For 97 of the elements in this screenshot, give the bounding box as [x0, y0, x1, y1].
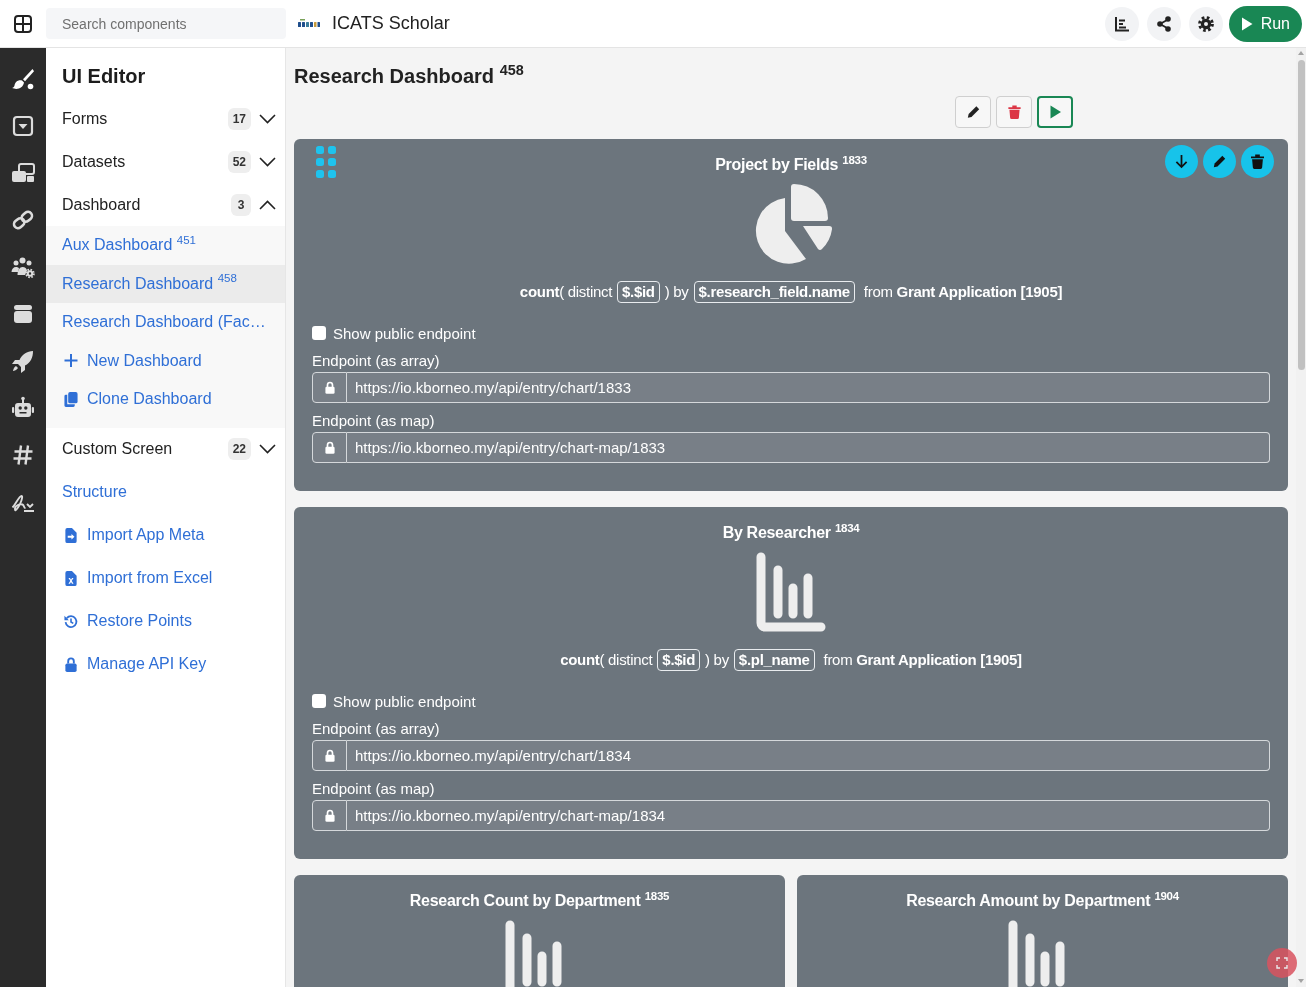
checkbox[interactable] [312, 694, 326, 708]
trash-icon [1251, 154, 1264, 169]
hashtag-icon[interactable] [11, 443, 35, 467]
users-gear-icon[interactable] [11, 255, 35, 279]
sidebar-link[interactable]: Clone Dashboard [46, 380, 285, 419]
link-icon[interactable] [11, 208, 35, 232]
dropdown-icon[interactable] [11, 114, 35, 138]
lock-icon [324, 441, 335, 454]
lock-icon [324, 809, 335, 822]
lock-icon [64, 656, 78, 672]
chart-title: Research Count by Department $^{1835}$ [409, 889, 670, 911]
field-label: Endpoint (as array) [312, 719, 441, 739]
count-badge: 3 [231, 193, 251, 216]
settings-button[interactable] [1188, 6, 1223, 41]
query-text: from Grant Application [1905] [823, 650, 1022, 670]
edit-button[interactable] [1203, 145, 1236, 178]
chevron-icon[interactable] [259, 444, 276, 454]
query-text: from Grant Application [1905] [863, 282, 1063, 302]
menu-group[interactable]: Custom Screen [62, 440, 173, 458]
preview-button[interactable] [1037, 96, 1073, 128]
share-button[interactable] [1146, 6, 1181, 41]
count-badge: 52 [227, 150, 251, 173]
chart-title: By Researcher $^{1834}$ [722, 521, 860, 543]
sidebar-link[interactable]: Import from Excel [46, 556, 285, 600]
field-label: Endpoint (as array) [312, 351, 441, 371]
cards-icon[interactable] [11, 161, 35, 185]
chart-button[interactable] [1104, 6, 1139, 41]
count-badge: 22 [227, 438, 251, 460]
excel-file-icon [64, 570, 78, 586]
sidebar-link[interactable]: Structure [46, 470, 285, 514]
field-label: Endpoint (as map) [312, 779, 436, 799]
play-icon [1240, 16, 1253, 31]
field-label: Endpoint (as map) [312, 411, 436, 431]
field-chip: $.$id [657, 649, 701, 671]
copy-icon [64, 391, 78, 407]
menu-group[interactable]: Forms [62, 109, 108, 128]
apps-grid-icon[interactable] [14, 14, 32, 33]
fullscreen-button[interactable] [1267, 948, 1297, 978]
sidebar-link[interactable]: New Dashboard [46, 341, 285, 380]
delete-button[interactable] [1241, 145, 1274, 178]
play-icon [1048, 105, 1062, 119]
menu-group[interactable]: Dashboard [62, 195, 141, 214]
sidebar-item[interactable]: Research Dashboard (Fac… [46, 303, 285, 342]
robot-icon[interactable] [11, 396, 35, 420]
sidebar-item[interactable]: Aux Dashboard $^{451}$ [46, 226, 285, 265]
delete-button[interactable] [996, 96, 1032, 128]
chevron-icon[interactable] [259, 199, 276, 210]
chart-title: Research Amount by Department $^{1904}$ [906, 889, 1179, 911]
chevron-icon[interactable] [259, 113, 276, 124]
menu-group[interactable]: Datasets [62, 152, 126, 171]
trash-icon [1007, 105, 1021, 119]
brush-icon[interactable] [11, 67, 35, 91]
share-icon [1155, 15, 1172, 32]
field-chip: $.$id [617, 281, 660, 303]
checkbox[interactable] [312, 326, 326, 340]
sidebar-link[interactable]: Restore Points [46, 599, 285, 643]
app-title: ICATS Scholar [332, 13, 450, 34]
arrow-down-icon [1175, 154, 1188, 169]
query-text: ) by [664, 282, 689, 302]
page-title: Research Dashboard $^{458}$ [294, 62, 525, 89]
query-text: count( distinct [519, 282, 613, 302]
field-chip: $.research_field.name [693, 281, 855, 303]
chart-title: Project by Fields $^{1833}$ [715, 153, 867, 175]
edit-button[interactable] [955, 96, 991, 128]
drag-handle-icon[interactable] [316, 146, 336, 178]
search-field[interactable]: Search components [46, 8, 286, 39]
bar-chart-icon [756, 552, 826, 632]
settings-icon [1197, 15, 1214, 32]
field-chip: $.pl_name [733, 649, 815, 671]
expand-icon [1276, 957, 1288, 969]
box-icon[interactable] [11, 302, 35, 326]
download-button[interactable] [1165, 145, 1198, 178]
pencil-icon [1213, 154, 1226, 169]
sidebar-item[interactable]: Research Dashboard $^{458}$ [46, 264, 285, 303]
sidebar-link[interactable]: Import App Meta [46, 513, 285, 557]
logo-icon [298, 18, 320, 29]
query-text: count( distinct [560, 650, 653, 670]
count-badge: 17 [227, 107, 251, 130]
chart-icon [1113, 15, 1130, 32]
sidebar-link[interactable]: Manage API Key [46, 642, 285, 686]
lock-icon [324, 381, 335, 394]
sidebar-title: UI Editor [61, 64, 147, 89]
rocket-icon[interactable] [11, 349, 35, 373]
pencil-icon [966, 105, 980, 119]
checkbox-label[interactable]: Show public endpoint [333, 692, 476, 710]
checkbox-label[interactable]: Show public endpoint [333, 324, 476, 342]
lock-icon [324, 749, 335, 762]
url-field[interactable]: https://io.kborneo.my/api/entry/chart/1834 [347, 740, 1270, 771]
url-field[interactable]: https://io.kborneo.my/api/entry/chart/1833 [347, 372, 1270, 403]
plus-icon [64, 353, 78, 369]
chevron-icon[interactable] [259, 156, 276, 167]
url-field[interactable]: https://io.kborneo.my/api/entry/chart-map/1833 [347, 432, 1270, 463]
url-field[interactable]: https://io.kborneo.my/api/entry/chart-map/1834 [347, 800, 1270, 831]
run-button[interactable]: Run [1228, 5, 1302, 42]
history-icon [64, 613, 78, 629]
query-text: ) by [705, 650, 729, 670]
file-import-icon [64, 527, 78, 543]
